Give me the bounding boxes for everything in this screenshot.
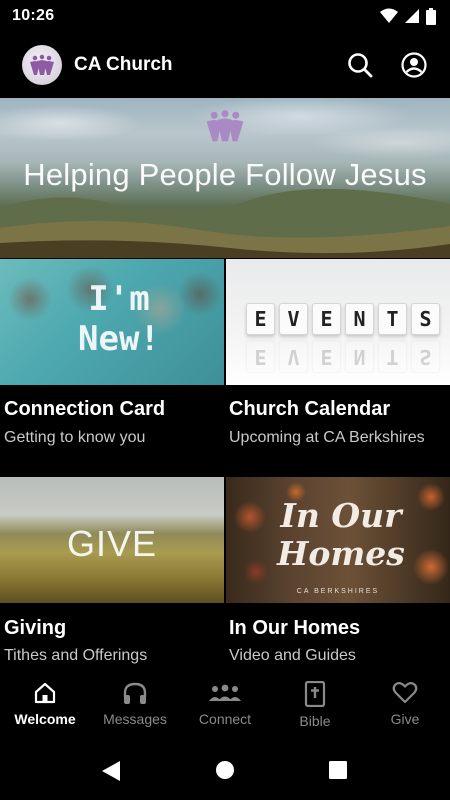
bible-icon	[304, 681, 326, 707]
reflection-block: T	[378, 341, 407, 373]
people-icon	[209, 684, 241, 701]
hero-logo-icon	[206, 110, 244, 142]
letter-block: E	[312, 303, 341, 335]
nav-item-welcome[interactable]: Welcome	[0, 671, 90, 746]
letter-block: S	[411, 303, 440, 335]
headphones-icon	[123, 682, 147, 704]
church-logo	[22, 45, 62, 85]
nav-item-connect[interactable]: Connect	[180, 671, 270, 746]
in-our-homes-subtitle: Video and Guides	[229, 647, 356, 664]
home-circle-icon[interactable]	[215, 760, 235, 780]
account-circle-icon	[401, 52, 427, 78]
church-calendar-image[interactable]: E V E N T S E V E N T S	[226, 259, 450, 385]
hero-caption: Helping People Follow Jesus	[23, 157, 427, 192]
letter-block: N	[345, 303, 374, 335]
give-graphic-text: GIVE	[66, 523, 158, 564]
nav-label-connect: Connect	[198, 711, 252, 727]
events-blocks: E V E N T S	[246, 303, 440, 335]
in-our-homes-title[interactable]: In Our Homes	[229, 617, 360, 640]
reflection-block: E	[246, 341, 275, 373]
reflection-block: S	[411, 341, 440, 373]
homes-line-2: Homes	[277, 534, 405, 573]
signal-icon	[405, 9, 419, 23]
homes-line-1: In Our	[280, 496, 402, 535]
search-button[interactable]	[346, 51, 374, 79]
nav-label-welcome: Welcome	[14, 711, 76, 727]
wifi-icon	[380, 8, 398, 23]
in-our-homes-image[interactable]: In Our Homes CA BERKSHIRES	[226, 477, 450, 603]
im-new-line-1: I'm	[88, 279, 150, 319]
connection-card-image[interactable]: I'm New!	[0, 259, 224, 385]
im-new-graphic: I'm New!	[64, 279, 174, 359]
letter-block: E	[246, 303, 275, 335]
events-reflection: E V E N T S	[246, 341, 440, 373]
church-calendar-subtitle: Upcoming at CA Berkshires	[229, 429, 425, 446]
home-icon	[34, 682, 56, 704]
profile-button[interactable]	[400, 51, 428, 79]
nav-label-give: Give	[390, 711, 420, 727]
im-new-line-2: New!	[78, 319, 160, 359]
reflection-block: V	[279, 341, 308, 373]
in-our-homes-graphic: In Our Homes	[266, 497, 416, 573]
reflection-block: E	[312, 341, 341, 373]
status-time: 10:26	[12, 7, 55, 24]
nav-label-messages: Messages	[103, 711, 167, 727]
connection-card-subtitle: Getting to know you	[4, 429, 146, 446]
giving-title[interactable]: Giving	[4, 617, 66, 640]
heart-icon	[392, 682, 418, 704]
app-title: CA Church	[74, 54, 173, 75]
recents-icon[interactable]	[329, 761, 347, 779]
giving-subtitle: Tithes and Offerings	[4, 647, 148, 664]
letter-block: V	[279, 303, 308, 335]
app-bar: CA Church	[0, 32, 450, 98]
bottom-nav: Welcome Messages Connect Bible Give	[0, 671, 450, 746]
nav-item-bible[interactable]: Bible	[270, 671, 360, 746]
status-bar: 10:26	[0, 0, 450, 32]
connection-card-title[interactable]: Connection Card	[4, 398, 165, 421]
homes-graphic-subtext: CA BERKSHIRES	[296, 588, 380, 595]
church-calendar-title[interactable]: Church Calendar	[229, 398, 390, 421]
status-icons	[380, 7, 436, 25]
search-icon	[348, 53, 373, 78]
nav-item-give[interactable]: Give	[360, 671, 450, 746]
letter-block: T	[378, 303, 407, 335]
hero-banner[interactable]: Helping People Follow Jesus	[0, 98, 450, 258]
church-logo-icon	[30, 54, 54, 75]
battery-icon	[426, 7, 436, 25]
reflection-block: N	[345, 341, 374, 373]
nav-item-messages[interactable]: Messages	[90, 671, 180, 746]
back-icon[interactable]	[101, 760, 121, 782]
giving-image[interactable]: GIVE	[0, 477, 224, 603]
nav-label-bible: Bible	[299, 713, 331, 729]
